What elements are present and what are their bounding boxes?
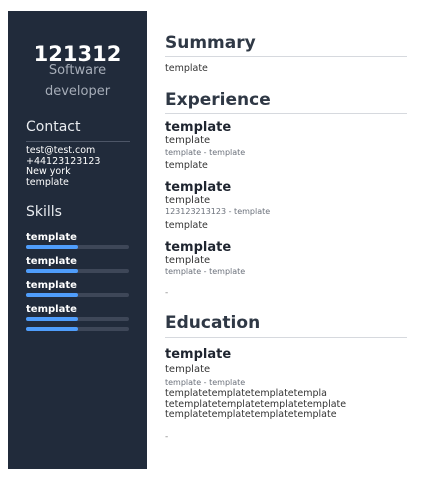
skill-bar: [26, 293, 129, 297]
skill-label: template: [26, 256, 77, 267]
skill-bar-fill: [26, 293, 78, 297]
experience-heading: Experience: [165, 90, 271, 110]
skill-bar: [26, 245, 129, 249]
contact-list: test@test.com +44123123123 New york temp…: [26, 145, 100, 188]
summary-text: template: [165, 63, 208, 74]
contact-email[interactable]: test@test.com: [26, 145, 100, 157]
education-description-line: templatetemplatetemplatetempla: [165, 388, 327, 399]
experience-description: -: [165, 288, 169, 298]
experience-description: template: [165, 160, 208, 171]
skill-label: template: [26, 304, 77, 315]
experience-description: template: [165, 220, 208, 231]
contact-heading: Contact: [26, 119, 81, 135]
experience-dates: template - template: [165, 267, 246, 276]
contact-divider: [26, 141, 130, 142]
education-description-line: templatetemplatetemplatetemplate: [165, 409, 337, 420]
experience-title: template: [165, 180, 232, 195]
experience-divider: [165, 113, 407, 114]
skill-label: template: [26, 232, 77, 243]
profile-role-line-2: developer: [44, 84, 111, 99]
skill-bar: [26, 269, 129, 273]
experience-title: template: [165, 240, 232, 255]
experience-subtitle: template: [165, 135, 211, 146]
education-dates: template - template: [165, 378, 246, 387]
experience-title: template: [165, 120, 232, 135]
summary-heading: Summary: [165, 33, 256, 53]
skill-bar: [26, 317, 129, 321]
education-heading: Education: [165, 313, 261, 333]
education-trailing: -: [165, 432, 169, 442]
skill-bar-fill: [26, 317, 78, 321]
skill-label: template: [26, 280, 77, 291]
education-title: template: [165, 347, 232, 362]
education-subtitle: template: [165, 364, 211, 375]
experience-subtitle: template: [165, 255, 211, 266]
experience-dates: 123123213123 - template: [165, 207, 271, 216]
sidebar: 121312 Software developer Contact test@t…: [8, 11, 147, 469]
summary-divider: [165, 56, 407, 57]
education-description: templatetemplatetemplatetempla tetemplat…: [165, 388, 407, 421]
skills-heading: Skills: [26, 204, 62, 220]
skill-bar-fill: [26, 245, 78, 249]
main-content: Summary template Experience template tem…: [165, 0, 407, 479]
profile-role: Software developer: [8, 60, 147, 102]
experience-subtitle: template: [165, 195, 211, 206]
skill-bar-extra-fill: [26, 327, 78, 331]
skill-bar-extra: [26, 327, 129, 331]
contact-extra: template: [26, 176, 69, 188]
contact-location: New york: [26, 166, 71, 177]
skill-bar-fill: [26, 269, 78, 273]
profile-role-line-1: Software: [48, 63, 107, 78]
experience-dates: template - template: [165, 148, 246, 157]
education-divider: [165, 337, 407, 338]
